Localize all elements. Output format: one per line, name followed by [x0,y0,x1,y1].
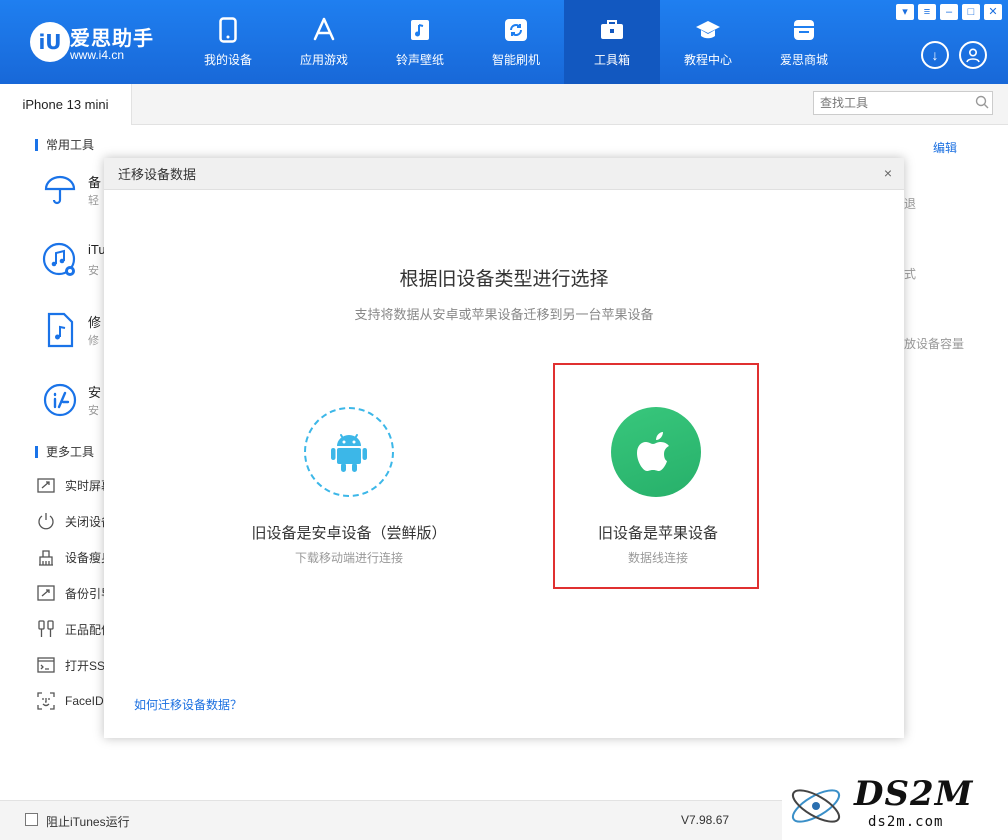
music-icon [407,17,433,43]
terminal-icon [36,655,56,675]
app-logo: iU [30,22,70,62]
more-tools-title: 更多工具 [35,446,94,458]
user-icon[interactable] [959,41,987,69]
tool-name: 安 [88,385,102,400]
apple-icon [611,407,701,497]
help-link[interactable]: 如何迁移设备数据？ [134,696,242,713]
search-input[interactable] [820,96,975,110]
version-label: V7.98.67 [681,813,730,827]
nav-ringtones[interactable]: 铃声壁纸 [372,0,468,84]
android-device-option[interactable]: 旧设备是安卓设备（尝鲜版） 下载移动端进行连接 [246,363,452,589]
tool-name: 修 [88,315,102,330]
umbrella-icon [40,170,80,210]
app-header: iU 爱思助手 www.i4.cn 我的设备 应用游戏 铃声壁纸 智能刷机 工具… [0,0,1008,84]
more-tool-item[interactable]: 关闭设备 [36,511,113,531]
power-icon [36,511,56,531]
nav-label: 我的设备 [203,52,252,67]
graduation-cap-icon [695,17,721,43]
nav-label: 工具箱 [593,52,630,67]
broom-icon [36,547,56,567]
nav-label: 应用游戏 [299,52,348,67]
more-tool-item[interactable]: 备份引导 [36,583,113,603]
dialog-subtitle: 支持将数据从安卓或苹果设备迁移到另一台苹果设备 [354,307,654,322]
option-label: 旧设备是安卓设备（尝鲜版） [251,525,447,542]
tool-item[interactable]: 安 安 [40,380,101,420]
option-label: 旧设备是苹果设备 [597,525,718,542]
nav-label: 教程中心 [683,52,732,67]
shirt-icon[interactable]: ▾ [896,4,914,20]
store-icon [791,17,817,43]
option-desc: 下载移动端进行连接 [294,551,403,565]
window-controls: ▾ ≡ – □ ✕ [896,4,1002,20]
tab-bar: iPhone 13 mini [0,84,1008,125]
nav-label: 铃声壁纸 [395,52,444,67]
close-icon[interactable]: ✕ [984,4,1002,20]
tool-name: 备 [88,175,102,190]
main-nav: 我的设备 应用游戏 铃声壁纸 智能刷机 工具箱 教程中心 爱思商城 [180,0,852,84]
more-tool-item[interactable]: 设备瘦身 [36,547,113,567]
watermark-sub: ds2m.com [868,814,944,830]
device-tab[interactable]: iPhone 13 mini [0,84,132,125]
watermark-text: DS2M [854,774,974,814]
more-tool-item[interactable]: 实时屏幕 [36,475,113,495]
nav-label: 智能刷机 [491,52,540,67]
brand-name: 爱思助手 [70,28,154,50]
menu-icon[interactable]: ≡ [918,4,936,20]
more-tool-item[interactable]: 正品配件 [36,619,113,639]
nav-apps[interactable]: 应用游戏 [276,0,372,84]
tool-desc: 修 [88,335,99,347]
tool-desc: 安 [88,405,99,417]
common-tools-title: 常用工具 [35,139,94,151]
app-store-icon [311,17,337,43]
cable-icon [36,619,56,639]
toolbox-icon [599,17,625,43]
phone-icon [215,16,241,43]
tool-desc: 轻 [88,195,99,207]
maximize-icon[interactable]: □ [962,4,980,20]
nav-flash[interactable]: 智能刷机 [468,0,564,84]
block-itunes-label[interactable]: 阻止iTunes运行 [46,813,130,830]
watermark-logo-icon [791,789,841,823]
music-file-icon [40,310,80,350]
i4-app-icon [40,380,80,420]
nav-toolbox[interactable]: 工具箱 [564,0,660,84]
dialog-header: 迁移设备数据 × [104,158,904,190]
tool-desc-fragment: 放设备容量 [904,337,965,351]
nav-tutorials[interactable]: 教程中心 [660,0,756,84]
faceid-icon [36,691,56,711]
option-desc: 数据线连接 [627,551,688,565]
nav-my-device[interactable]: 我的设备 [180,0,276,84]
tool-item[interactable]: iTu 安 [40,240,106,280]
block-itunes-checkbox[interactable] [25,813,38,826]
apple-device-option[interactable]: 旧设备是苹果设备 数据线连接 [553,363,759,589]
nav-store[interactable]: 爱思商城 [756,0,852,84]
more-tool-label: FaceID [65,694,104,708]
dialog-title: 根据旧设备类型进行选择 [399,269,609,290]
android-icon [304,407,394,497]
tool-item[interactable]: 备 轻 [40,170,101,210]
nav-label: 爱思商城 [779,52,828,67]
edit-link[interactable]: 编辑 [933,139,957,156]
minimize-icon[interactable]: – [940,4,958,20]
brand-url: www.i4.cn [70,48,125,62]
backup-icon [36,583,56,603]
itunes-icon [40,240,80,280]
watermark: DS2M ds2m.com [782,772,1008,840]
tool-name: iTu [88,242,106,257]
tool-desc-fragment: 式 [904,267,917,281]
more-tool-item[interactable]: 打开SSH [36,655,114,675]
search-box [813,91,993,115]
tool-desc-fragment: 退 [904,197,917,211]
dialog-header-title: 迁移设备数据 [118,167,197,182]
tool-item[interactable]: 修 修 [40,310,101,350]
tool-desc: 安 [88,265,99,277]
download-icon[interactable]: ↓ [921,41,949,69]
more-tool-item[interactable]: FaceID [36,691,104,711]
migrate-data-dialog: 迁移设备数据 × 根据旧设备类型进行选择 支持将数据从安卓或苹果设备迁移到另一台… [104,158,904,738]
refresh-icon [503,17,529,43]
screen-mirror-icon [36,475,56,495]
search-icon[interactable] [975,95,989,112]
dialog-close-button[interactable]: × [884,166,892,180]
